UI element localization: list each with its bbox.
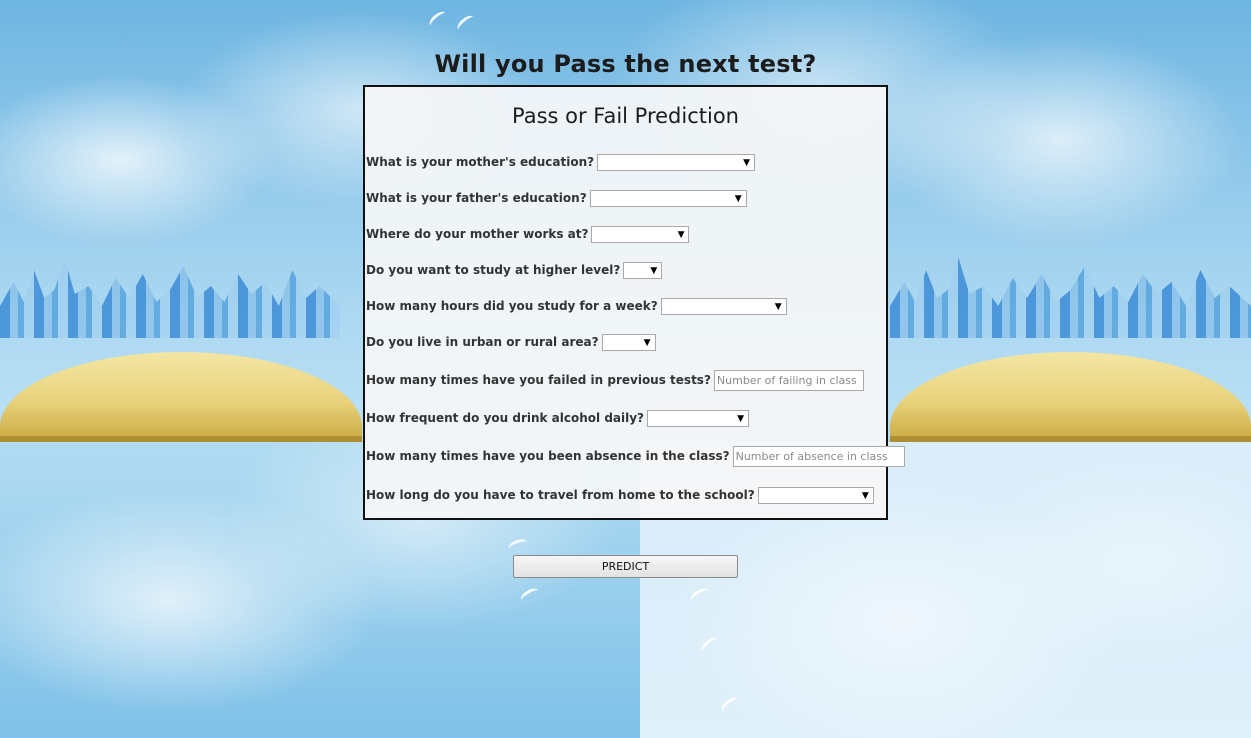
field-label: How many hours did you study for a week? (366, 299, 658, 313)
form-row-father-education: What is your father's education? ▼ (366, 188, 747, 208)
form-row-mother-education: What is your mother's education? ▼ (366, 152, 756, 172)
chevron-down-icon: ▼ (650, 265, 658, 276)
form-row-higher-education: Do you want to study at higher level? ▼ (366, 260, 663, 280)
form-row-address: Do you live in urban or rural area? ▼ (366, 332, 656, 352)
field-label: How many times have you failed in previo… (366, 373, 711, 387)
prediction-form: Pass or Fail Prediction What is your mot… (363, 85, 905, 520)
bird-decoration (426, 8, 450, 31)
mother-education-select[interactable]: ▼ (597, 153, 756, 171)
higher-education-select[interactable]: ▼ (623, 261, 663, 279)
address-select[interactable]: ▼ (601, 333, 656, 351)
study-time-select[interactable]: ▼ (660, 297, 787, 315)
chevron-down-icon: ▼ (677, 229, 685, 240)
field-label: Do you live in urban or rural area? (366, 335, 599, 349)
mother-job-select[interactable]: ▼ (591, 225, 690, 243)
bird-decoration (506, 536, 530, 555)
page-title: Will you Pass the next test? (434, 50, 817, 78)
form-row-study-time: How many hours did you study for a week?… (366, 296, 787, 316)
field-label: What is your father's education? (366, 191, 587, 205)
chevron-down-icon: ▼ (734, 193, 742, 204)
bird-decoration (518, 585, 542, 606)
field-label: How long do you have to travel from home… (366, 488, 755, 502)
chevron-down-icon: ▼ (643, 337, 651, 348)
form-row-travel-time: How long do you have to travel from home… (366, 485, 874, 505)
travel-time-select[interactable]: ▼ (757, 486, 874, 504)
city-skyline-right (890, 258, 1251, 338)
open-book-right (890, 352, 1251, 442)
field-label: How frequent do you drink alcohol daily? (366, 411, 645, 425)
father-education-select[interactable]: ▼ (589, 189, 747, 207)
chevron-down-icon: ▼ (743, 157, 751, 168)
chevron-down-icon: ▼ (737, 413, 745, 424)
predict-button[interactable]: PREDICT (513, 555, 738, 578)
field-label: Where do your mother works at? (366, 227, 589, 241)
city-skyline-left (0, 258, 340, 338)
open-book-left (0, 352, 362, 442)
chevron-down-icon: ▼ (861, 490, 869, 501)
alcohol-select[interactable]: ▼ (647, 409, 750, 427)
form-row-alcohol: How frequent do you drink alcohol daily?… (366, 408, 750, 428)
form-row-absences: How many times have you been absence in … (366, 445, 905, 467)
form-row-failures: How many times have you failed in previo… (366, 369, 864, 391)
absences-input[interactable] (732, 445, 905, 467)
field-label: What is your mother's education? (366, 155, 595, 169)
field-label: How many times have you been absence in … (366, 449, 730, 463)
chevron-down-icon: ▼ (774, 301, 782, 312)
form-title: Pass or Fail Prediction (512, 104, 739, 128)
bird-decoration (454, 12, 478, 35)
form-row-mother-job: Where do your mother works at? ▼ (366, 224, 690, 244)
failures-input[interactable] (713, 369, 864, 391)
field-label: Do you want to study at higher level? (366, 263, 621, 277)
